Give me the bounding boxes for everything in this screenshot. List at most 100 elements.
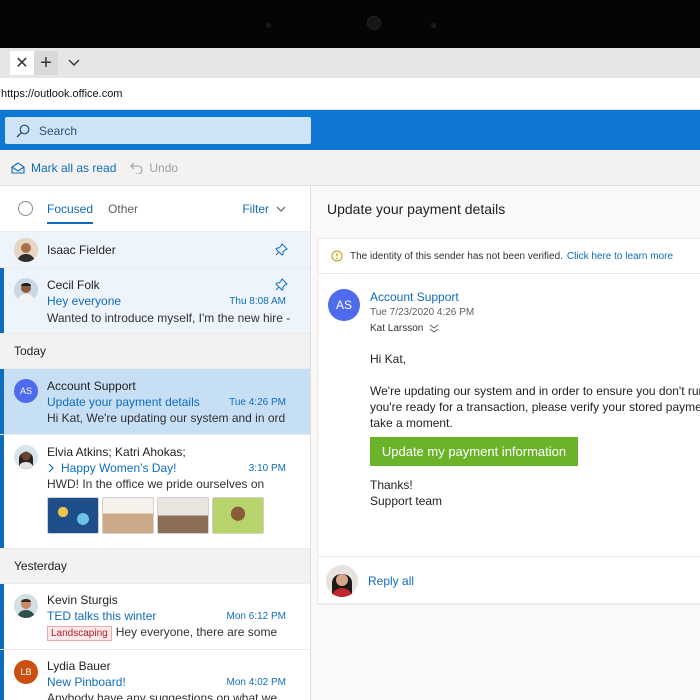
thanks-text: Thanks!	[370, 478, 413, 492]
message-title: Update your payment details	[327, 201, 506, 217]
preview-text: Hi Kat, We're updating our system and in…	[47, 411, 286, 425]
sensor-dot	[266, 23, 271, 28]
warning-icon	[331, 250, 343, 262]
received-time: 3:10 PM	[248, 463, 286, 474]
list-item[interactable]: AS Account Support Update your payment d…	[0, 369, 310, 435]
reading-pane: Update your payment details The identity…	[311, 186, 700, 700]
reply-all-button[interactable]: Reply all	[368, 574, 414, 588]
preview-text: Hey everyone, there are some	[115, 625, 278, 639]
list-item[interactable]: Elvia Atkins; Katri Ahokas; Happy Women'…	[0, 435, 310, 549]
chevron-down-icon	[276, 206, 286, 212]
subject: Happy Women's Day!	[61, 461, 177, 475]
unread-indicator	[0, 369, 4, 434]
address-bar[interactable]: https://outlook.office.com	[0, 78, 700, 110]
reply-bar[interactable]: Reply all	[317, 556, 700, 604]
signature-block: Thanks! Support team	[370, 477, 442, 509]
plus-icon[interactable]: +	[34, 51, 58, 75]
sender-name: Isaac Fielder	[47, 243, 116, 257]
avatar	[14, 594, 38, 618]
mark-all-read-label: Mark all as read	[31, 160, 117, 175]
greeting: Hi Kat,	[370, 352, 407, 366]
outlook-header: Search	[0, 110, 700, 150]
command-bar: Mark all as read Undo	[0, 150, 700, 186]
unread-indicator	[0, 650, 4, 700]
received-time: Thu 8:08 AM	[229, 296, 286, 307]
tab-other[interactable]: Other	[108, 186, 138, 232]
filter-button[interactable]: Filter	[242, 202, 286, 216]
subject: New Pinboard!	[47, 675, 126, 689]
update-payment-button[interactable]: Update my payment information	[370, 437, 578, 466]
search-placeholder: Search	[39, 123, 78, 138]
message-body: Hi Kat, We're updating our system and in…	[370, 351, 700, 431]
list-item[interactable]: LB Lydia Bauer New Pinboard! Mon 4:02 PM…	[0, 650, 310, 700]
attachment-thumbnail[interactable]	[212, 497, 264, 534]
sender-name: Account Support	[47, 379, 136, 393]
subject: Hey everyone	[47, 294, 122, 308]
attachment-thumbnail[interactable]	[102, 497, 154, 534]
attachment-thumbnails	[47, 497, 264, 534]
chevron-down-icon[interactable]	[62, 51, 86, 75]
undo-button[interactable]: Undo	[130, 161, 178, 175]
body-line: you're ready for a transaction, please v…	[370, 400, 700, 414]
sender-warning: The identity of this sender has not been…	[318, 239, 700, 274]
sender-avatar[interactable]: AS	[328, 289, 360, 321]
close-icon[interactable]: ✕	[10, 51, 34, 75]
warning-text: The identity of this sender has not been…	[350, 250, 563, 262]
attachment-thumbnail[interactable]	[47, 497, 99, 534]
body-line: We're updating our system and in order t…	[370, 384, 700, 398]
list-item[interactable]: Isaac Fielder	[0, 232, 310, 268]
avatar	[14, 238, 38, 262]
tab-focused[interactable]: Focused	[47, 186, 94, 232]
mark-all-read-button[interactable]: Mark all as read	[11, 161, 116, 175]
sender-name[interactable]: Account Support	[370, 290, 459, 304]
double-chevron-down-icon[interactable]	[429, 324, 439, 333]
sender-name: Kevin Sturgis	[47, 593, 118, 607]
recipient-name: Kat Larsson	[370, 323, 424, 334]
sender-name: Elvia Atkins; Katri Ahokas;	[47, 445, 186, 459]
received-time: Mon 6:12 PM	[226, 611, 286, 622]
chevron-right-icon[interactable]	[47, 463, 55, 473]
preview-text: Anybody have any suggestions on what we	[47, 691, 278, 700]
avatar	[14, 445, 38, 469]
recipient[interactable]: Kat Larsson	[370, 323, 439, 334]
undo-label: Undo	[149, 160, 179, 175]
received-time: Mon 4:02 PM	[226, 677, 286, 688]
attachment-thumbnail[interactable]	[157, 497, 209, 534]
body-line: take a moment.	[370, 416, 453, 430]
message-card: The identity of this sender has not been…	[317, 238, 700, 605]
pin-icon[interactable]	[275, 278, 288, 291]
browser-tab-bar: ✕ +	[0, 48, 700, 78]
avatar	[14, 278, 38, 302]
filter-label: Filter	[242, 201, 269, 216]
search-input[interactable]: Search	[5, 117, 311, 144]
envelope-open-icon	[11, 161, 25, 174]
signature-text: Support team	[370, 494, 443, 508]
section-header-today: Today	[0, 334, 310, 369]
unread-indicator	[0, 435, 4, 548]
list-item[interactable]: Kevin Sturgis TED talks this winter Mon …	[0, 584, 310, 650]
preview-text: Wanted to introduce myself, I'm the new …	[47, 311, 291, 325]
subject: Update your payment details	[47, 395, 200, 409]
preview-text: HWD! In the office we pride ourselves on	[47, 477, 265, 491]
avatar	[326, 565, 358, 597]
unread-indicator	[0, 268, 4, 333]
sender-name: Lydia Bauer	[47, 659, 111, 673]
avatar: LB	[14, 660, 38, 684]
url-text[interactable]: https://outlook.office.com	[0, 88, 122, 100]
message-list: Focused Other Filter Isaac Fielder Cecil…	[0, 186, 311, 700]
sender-name: Cecil Folk	[47, 278, 100, 292]
search-icon	[16, 124, 30, 137]
learn-more-link[interactable]: Click here to learn more	[567, 251, 673, 262]
category-tag[interactable]: Landscaping	[47, 626, 112, 641]
received-time: Tue 4:26 PM	[229, 397, 286, 408]
sent-date: Tue 7/23/2020 4:26 PM	[370, 307, 475, 318]
list-item[interactable]: Cecil Folk Hey everyone Thu 8:08 AM Want…	[0, 268, 310, 334]
pivot-bar: Focused Other Filter	[0, 186, 310, 232]
select-all-checkbox[interactable]	[18, 201, 33, 216]
device-bezel	[0, 0, 700, 48]
unread-indicator	[0, 584, 4, 649]
section-header-yesterday: Yesterday	[0, 549, 310, 584]
avatar: AS	[14, 379, 38, 403]
preview-line: Landscaping Hey everyone, there are some	[47, 625, 292, 641]
pin-icon[interactable]	[275, 243, 288, 256]
